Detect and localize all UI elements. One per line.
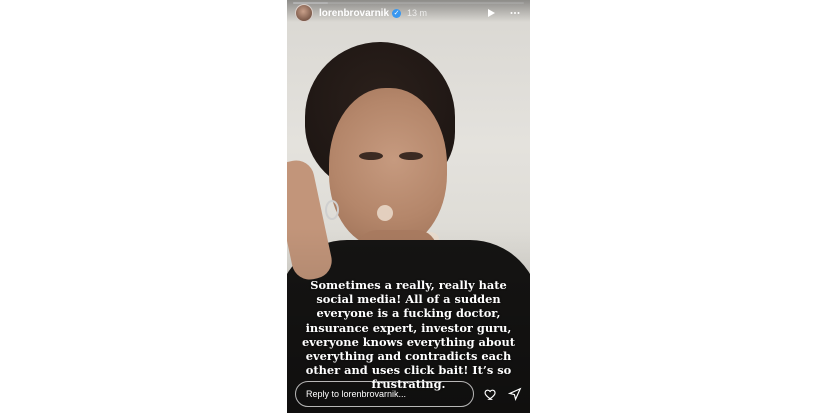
verified-badge-icon: ✓ [392,8,402,18]
play-icon[interactable] [484,6,498,20]
more-options-icon[interactable] [508,6,522,20]
reply-placeholder: Reply to lorenbrovarnik... [306,389,407,399]
reply-input[interactable]: Reply to lorenbrovarnik... [295,381,474,407]
story-viewer[interactable]: lorenbrovarnik ✓ 13 m Sometimes a really… [287,0,530,413]
avatar[interactable] [295,4,313,22]
send-icon[interactable] [508,387,522,402]
story-header: lorenbrovarnik ✓ 13 m [287,0,530,22]
story-caption: Sometimes a really, really hate social m… [301,278,516,392]
username[interactable]: lorenbrovarnik [319,8,389,19]
header-actions [484,6,522,20]
heart-icon[interactable] [484,387,498,401]
post-time: 13 m [407,8,428,18]
story-footer: Reply to lorenbrovarnik... [295,381,522,407]
